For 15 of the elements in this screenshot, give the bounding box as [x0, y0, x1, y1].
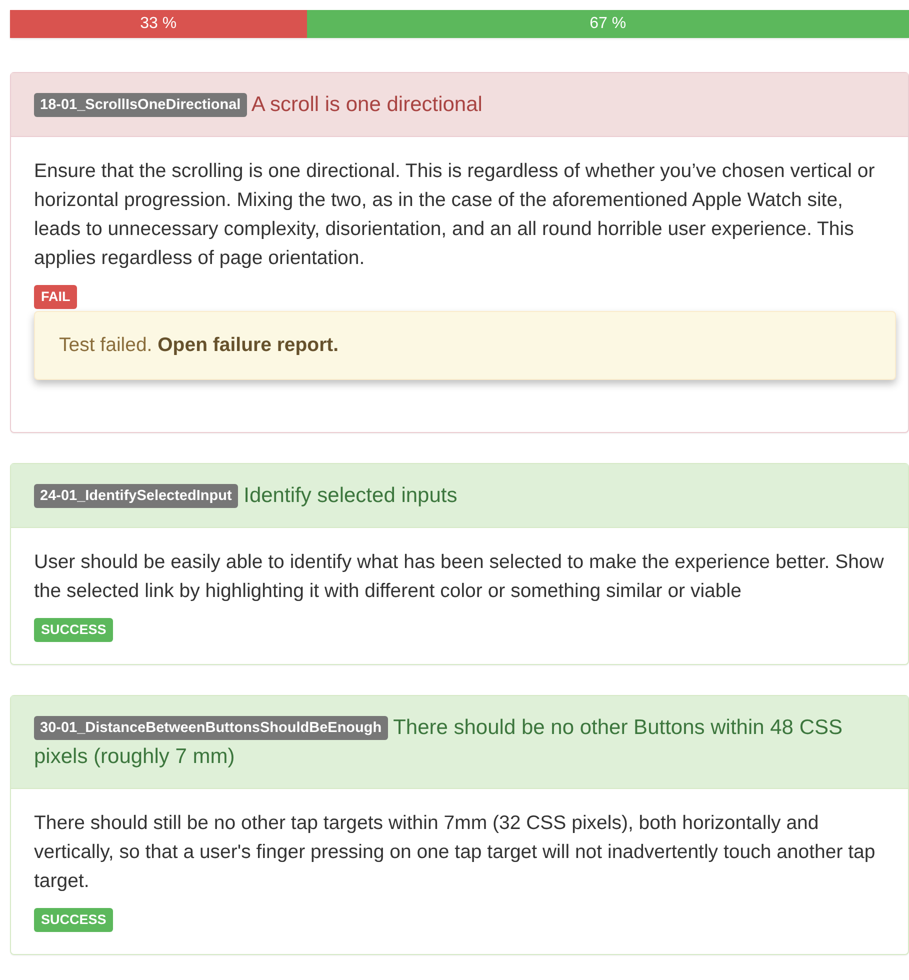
test-description: User should be easily able to identify what has been selected to make the experience better. Show the selected link by highlighting it with different color or something similar or viable	[34, 550, 885, 604]
test-title: 18-01_ScrollIsOneDirectional A scroll is one directional	[34, 93, 482, 116]
status-label: FAIL	[34, 285, 78, 309]
test-title: 30-01_DistanceBetweenButtonsShouldBeEnough There should be no other Buttons within 48 CSS pixels (roughly 7 mm)	[34, 716, 843, 768]
test-description: Ensure that the scrolling is one directional. This is regardless of whether you’ve chosen vertical or horizontal progression. Mixing the two, as in the case of the aforementioned Apple Watch site, leads to unnecessary complexity, disorientation, and an all round horrible user experience. This applies regardless of page orientation.	[34, 159, 876, 271]
progress-segment: 67 %	[306, 10, 909, 38]
test-id-label: 18-01_ScrollIsOneDirectional	[34, 93, 247, 117]
status-label: SUCCESS	[34, 618, 114, 642]
test-id-label: 24-01_IdentifySelectedInput	[34, 484, 238, 508]
progress-segment: 33 %	[10, 10, 307, 38]
alert-message[interactable]: Test failed. Open failure report.	[59, 334, 339, 356]
test-title: 24-01_IdentifySelectedInput Identify selected inputs	[34, 484, 458, 507]
test-description: There should still be no other tap targets within 7mm (32 CSS pixels), both horizontally and vertically, so that a user's finger pressing on one tap target will not inadvertently touch another tap target.	[34, 811, 876, 894]
test-id-label: 30-01_DistanceBetweenButtonsShouldBeEnough	[34, 716, 388, 740]
status-label: SUCCESS	[34, 908, 114, 932]
